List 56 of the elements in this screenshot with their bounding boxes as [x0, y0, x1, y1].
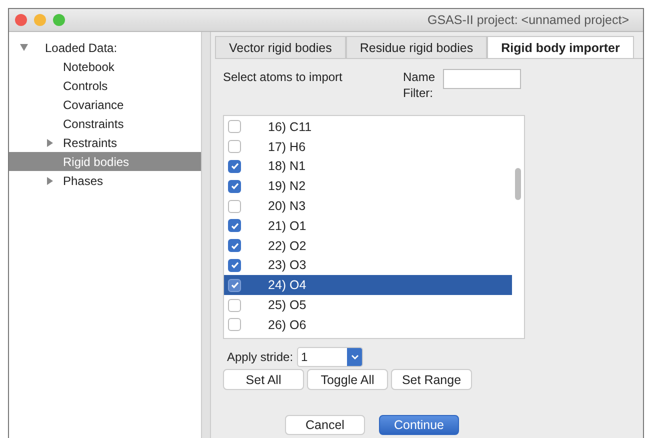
zoom-icon[interactable]: [53, 14, 65, 26]
checkbox[interactable]: [228, 258, 241, 272]
checkmark-icon: [230, 280, 240, 290]
checkbox[interactable]: [228, 318, 241, 332]
minimize-icon[interactable]: [34, 14, 46, 26]
collapsed-triangle-icon[interactable]: [45, 138, 55, 146]
tree-item[interactable]: Controls: [9, 76, 201, 95]
checkbox[interactable]: [228, 180, 241, 193]
tree-item[interactable]: Loaded Data:: [9, 38, 201, 57]
atom-row[interactable]: 18) N1: [224, 156, 512, 176]
checkbox[interactable]: [228, 219, 241, 232]
tab[interactable]: Rigid body importer: [487, 36, 634, 58]
checkbox[interactable]: [228, 239, 241, 252]
collapsed-triangle-icon[interactable]: [45, 176, 55, 184]
checkmark-icon: [230, 220, 240, 231]
action-button[interactable]: Set All: [223, 369, 304, 390]
instruction-text: Select atoms to import: [223, 69, 344, 84]
checkbox[interactable]: [228, 140, 241, 154]
tab[interactable]: Residue rigid bodies: [346, 36, 488, 58]
tree-item[interactable]: Phases: [9, 171, 201, 190]
continue-button[interactable]: Continue: [379, 415, 459, 435]
caret-icon: [347, 348, 362, 366]
atom-row[interactable]: 22) O2: [224, 236, 512, 256]
atom-row[interactable]: 25) O5: [224, 295, 512, 315]
atom-row[interactable]: 26) O6: [224, 314, 512, 335]
stride-dropdown[interactable]: 1: [297, 347, 364, 367]
tree-item[interactable]: Restraints: [9, 133, 201, 152]
atom-row[interactable]: 23) O3: [224, 256, 512, 276]
window-title: GSAS-II project: <unnamed project>: [428, 13, 629, 27]
checkbox[interactable]: [228, 200, 241, 213]
checkbox[interactable]: [228, 278, 241, 292]
checkbox[interactable]: [228, 160, 241, 173]
atom-row[interactable]: 21) O1: [224, 216, 512, 236]
checkmark-icon: [230, 181, 240, 192]
atom-row[interactable]: 20) N3: [224, 196, 512, 216]
close-icon[interactable]: [15, 14, 27, 26]
atom-row[interactable]: 16) C11: [224, 117, 512, 137]
checkbox[interactable]: [228, 298, 241, 312]
tree-item[interactable]: Covariance: [9, 95, 201, 114]
filter-label: Name Filter:: [403, 69, 436, 101]
checkmark-icon: [230, 161, 240, 172]
atom-row[interactable]: 19) N2: [224, 176, 512, 196]
expanded-triangle-icon[interactable]: [19, 44, 29, 51]
tree-item[interactable]: Constraints: [9, 114, 201, 133]
stride-label: Apply stride:: [227, 350, 294, 364]
action-button[interactable]: Toggle All: [307, 369, 388, 390]
tab[interactable]: Vector rigid bodies: [215, 36, 346, 58]
name-filter-field[interactable]: [443, 69, 521, 89]
atom-row[interactable]: 17) H6: [224, 136, 512, 157]
atom-row[interactable]: 24) O4: [224, 275, 512, 296]
cancel-button[interactable]: Cancel: [285, 415, 365, 435]
checkmark-icon: [230, 240, 240, 251]
tree-item[interactable]: Notebook: [9, 57, 201, 76]
checkmark-icon: [230, 260, 240, 270]
checkbox[interactable]: [228, 120, 241, 134]
action-button[interactable]: Set Range: [391, 369, 472, 390]
